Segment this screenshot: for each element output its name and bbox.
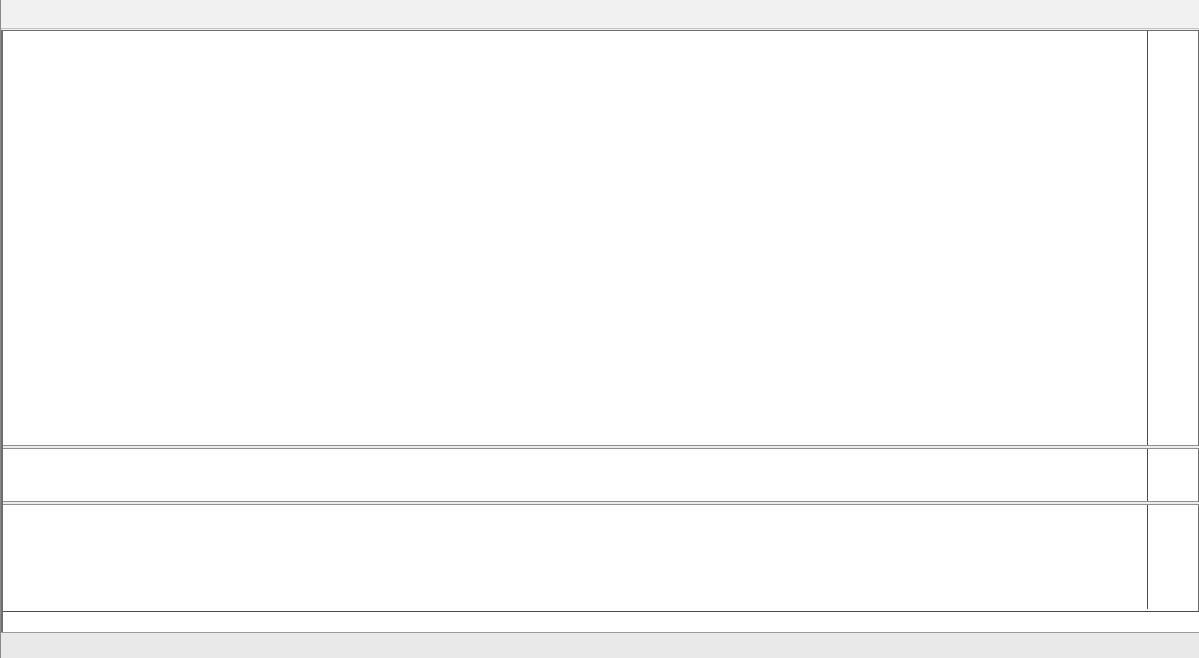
rsi-chart[interactable] <box>10 449 1149 501</box>
date-axis <box>3 611 1199 632</box>
macd-chart[interactable] <box>10 505 1149 610</box>
panel-splitter-rsi[interactable] <box>3 445 1199 449</box>
chart-title <box>15 67 29 81</box>
main-price-chart[interactable] <box>10 32 1149 445</box>
timeframe-toolbar <box>1 0 1199 29</box>
panel-splitter-macd[interactable] <box>3 501 1199 505</box>
axis-border-line <box>1147 31 1148 609</box>
symbol-tab-bar <box>1 632 1199 658</box>
mt4-application <box>0 0 1199 658</box>
price-axis-column <box>1148 31 1198 609</box>
chart-window[interactable] <box>1 30 1199 632</box>
